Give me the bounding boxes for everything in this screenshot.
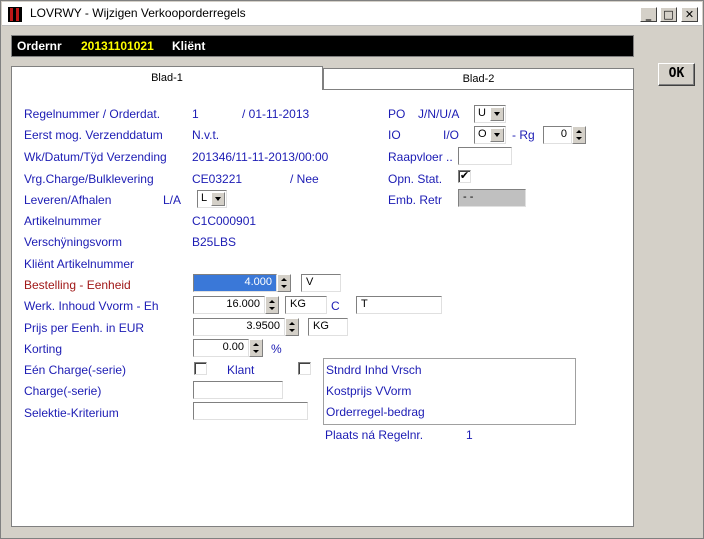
emb-retr-input: - - [458,189,526,207]
bulklevering-value: / Nee [290,172,319,186]
een-charge-checkbox[interactable] [194,362,207,375]
korting-spinner[interactable] [249,339,263,357]
eerst-mog-value: N.v.t. [192,128,220,142]
klant-label: Klant [227,363,255,377]
prijs-unit-input[interactable]: KG [308,318,348,336]
prijs-input[interactable]: 3.9500 [193,318,285,336]
klient-artikel-label: Kliënt Artikelnummer [24,257,135,271]
raapvloer-label: Raapvloer .. [388,150,453,164]
ok-button[interactable]: OK [658,63,695,86]
tab-blad-1[interactable]: Blad-1 [11,66,323,90]
title-bar: LOVRWY - Wijzigen Verkooporderregels _ □… [2,2,702,26]
charge-serie-label: Charge(-serie) [24,384,102,398]
tab-joint [12,88,322,91]
bestelling-spinner[interactable] [277,274,291,292]
po-select-value: U [478,107,486,119]
klant-checkbox[interactable] [298,362,311,375]
korting-input[interactable]: 0.00 [193,339,249,357]
werk-inhoud-label: Werk. Inhoud Vvorm - Eh [24,299,159,313]
c-input[interactable]: T [356,296,442,314]
bestelling-label: Bestelling - Eenheid [24,278,131,292]
chevron-down-icon[interactable] [490,107,504,121]
application-window: LOVRWY - Wijzigen Verkooporderregels _ □… [0,0,704,539]
wk-datum-label: Wk/Datum/Tÿd Verzending [24,150,167,164]
tab-blad-2[interactable]: Blad-2 [323,68,634,90]
werk-inhoud-input[interactable]: 16.000 [193,296,265,314]
regelnummer-label: Regelnummer / Orderdat. [24,107,161,121]
rg-spinner[interactable] [572,126,586,144]
rg-label: - Rg [512,128,535,142]
werk-inhoud-unit-input[interactable]: KG [285,296,327,314]
chevron-down-icon[interactable] [211,192,225,206]
korting-label: Korting [24,342,63,356]
orderdatum-value: / 01-11-2013 [242,107,310,121]
bestelling-input[interactable]: 4.000 [193,274,277,292]
order-label: Ordernr [17,39,62,53]
po-select[interactable]: U [474,105,506,123]
wk-datum-value: 201346/11-11-2013/00:00 [192,150,329,164]
werk-inhoud-spinner[interactable] [265,296,279,314]
order-number: 20131101021 [81,39,154,53]
close-button[interactable]: ✕ [681,7,698,22]
std-inhd-label: Stndrd Inhd Vrsch [326,363,422,377]
po-label: PO [388,107,406,121]
leveren-select[interactable]: L [197,190,227,208]
tab-control: Blad-1 Blad-2 Regelnummer / Orderdat. 1 … [11,66,634,527]
leveren-sub-label: L/A [163,193,182,207]
prijs-label: Prijs per Eenh. in EUR [24,321,145,335]
eerst-mog-label: Eerst mog. Verzenddatum [24,128,163,142]
po-sub-label: J/N/U/A [418,107,460,121]
chevron-down-icon[interactable] [490,128,504,142]
kostprijs-label: Kostprijs VVorm [326,384,412,398]
app-icon [8,7,22,22]
artikelnummer-label: Artikelnummer [24,214,102,228]
opn-stat-label: Opn. Stat. [388,172,443,186]
leveren-select-value: L [201,192,208,204]
io-select-value: O [478,128,487,140]
plaats-label: Plaats ná Regelnr. [325,428,424,442]
maximize-button[interactable]: □ [660,7,677,22]
korting-unit: % [271,342,282,356]
info-box: Stndrd Inhd Vrsch Kostprijs VVorm Orderr… [323,358,576,425]
window-title: LOVRWY - Wijzigen Verkooporderregels [30,6,246,20]
vrg-charge-value: CE03221 [192,172,243,186]
minimize-button[interactable]: _ [640,7,657,22]
selektie-input[interactable] [193,402,308,420]
regelnummer-value: 1 [192,107,199,121]
bestelling-unit-input[interactable]: V [301,274,341,292]
client-label: Kliënt [172,39,206,53]
leveren-label: Leveren/Afhalen [24,193,112,207]
c-label: C [331,299,340,313]
een-charge-label: Eén Charge(-serie) [24,363,127,377]
opn-stat-checkbox[interactable]: ✔ [458,170,471,183]
io-sub-label: I/O [443,128,460,142]
rg-input[interactable]: 0 [543,126,572,144]
tab-panel-blad-1: Regelnummer / Orderdat. 1 / 01-11-2013 E… [11,89,634,527]
verschijningsvorm-label: Verschÿningsvorm [24,235,123,249]
io-select[interactable]: O [474,126,506,144]
selektie-label: Selektie-Kriterium [24,406,119,420]
charge-serie-input[interactable] [193,381,283,399]
plaats-value: 1 [466,428,473,442]
orderregel-label: Orderregel-bedrag [326,405,425,419]
vrg-charge-label: Vrg.Charge/Bulklevering [24,172,154,186]
verschijningsvorm-value: B25LBS [192,235,237,249]
prijs-spinner[interactable] [285,318,299,336]
io-label: IO [388,128,401,142]
order-header-bar: Ordernr 20131101021 Kliënt [11,35,634,57]
raapvloer-input[interactable] [458,147,512,165]
artikelnummer-value: C1C000901 [192,214,257,228]
emb-retr-label: Emb. Retr [388,193,443,207]
